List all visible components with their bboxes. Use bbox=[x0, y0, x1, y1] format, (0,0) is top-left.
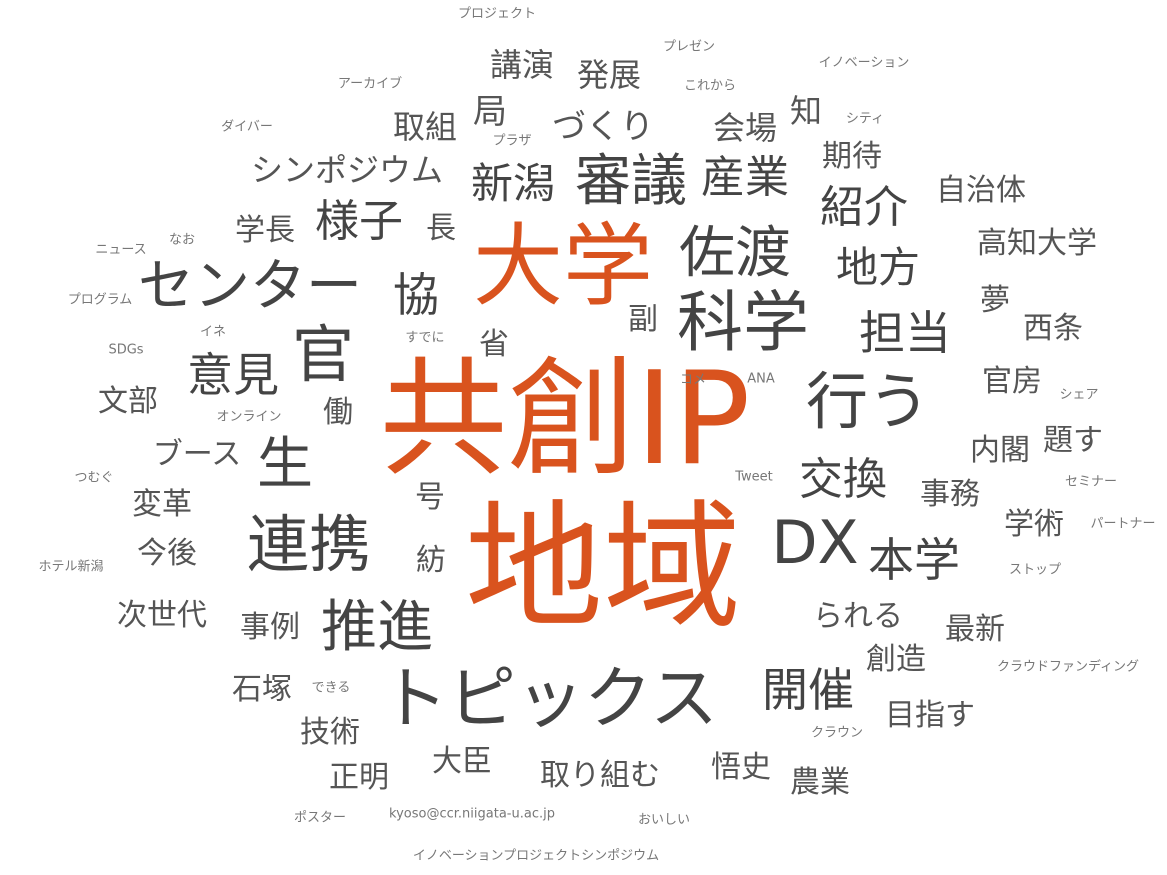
word-cloud-word: 石塚 bbox=[232, 672, 292, 707]
word-cloud-word: 副 bbox=[628, 302, 658, 337]
word-cloud-word: 自治体 bbox=[936, 173, 1026, 208]
word-cloud-word: 変革 bbox=[132, 487, 192, 522]
word-cloud-word: 農業 bbox=[790, 765, 850, 800]
word-cloud-word: 講演 bbox=[489, 46, 555, 84]
word-cloud-word: 担当 bbox=[859, 306, 951, 360]
word-cloud-word: イノベーション bbox=[818, 55, 910, 71]
word-cloud-word: 行う bbox=[805, 365, 931, 438]
word-cloud-word: 号 bbox=[415, 480, 445, 515]
word-cloud-word: 今後 bbox=[137, 536, 197, 571]
word-cloud-word: ポスター bbox=[293, 810, 347, 826]
word-cloud-word: 意見 bbox=[187, 348, 279, 402]
word-cloud-word: 審議 bbox=[575, 149, 687, 214]
word-cloud-word: づくり bbox=[552, 107, 654, 147]
word-cloud-word: DX bbox=[771, 508, 859, 578]
word-cloud-word: 紹介 bbox=[820, 182, 908, 233]
word-cloud-word: 学術 bbox=[1004, 507, 1064, 542]
word-cloud-word: プロジェクト bbox=[457, 6, 537, 22]
word-cloud-word: トピックス bbox=[380, 660, 718, 739]
word-cloud-word: オンライン bbox=[216, 409, 282, 425]
word-cloud-word: シンポジウム bbox=[250, 151, 444, 189]
word-cloud-word: 内閣 bbox=[970, 433, 1030, 468]
word-cloud-word: シェア bbox=[1059, 387, 1099, 403]
word-cloud-word: ニュース bbox=[95, 242, 147, 258]
word-cloud-word: 働 bbox=[323, 395, 353, 430]
word-cloud-word: 取り組む bbox=[540, 758, 660, 793]
word-cloud-word: ストップ bbox=[1008, 562, 1062, 578]
word-cloud-word: 官房 bbox=[982, 364, 1042, 399]
word-cloud-word: SDGs bbox=[108, 342, 144, 358]
word-cloud-word: 新潟 bbox=[470, 159, 556, 208]
word-cloud-word: ホテル新潟 bbox=[38, 559, 104, 575]
word-cloud-word: クラウドファンディング bbox=[996, 659, 1140, 675]
word-cloud-word: 推進 bbox=[321, 595, 433, 660]
word-cloud-word: 知 bbox=[789, 92, 823, 130]
word-cloud-word: 目指す bbox=[885, 698, 975, 733]
word-cloud-word: クラウン bbox=[810, 725, 864, 741]
word-cloud-word: ブース bbox=[152, 437, 242, 472]
word-cloud-word: プラザ bbox=[492, 133, 532, 149]
word-cloud-word: 発展 bbox=[576, 56, 642, 94]
word-cloud-word: 創造 bbox=[866, 642, 926, 677]
word-cloud-word: アーカイブ bbox=[337, 76, 403, 92]
word-cloud-word: イネ bbox=[199, 324, 227, 340]
word-cloud-word: 紡 bbox=[416, 543, 446, 578]
word-cloud-word: 地方 bbox=[835, 243, 921, 292]
word-cloud-word: プログラム bbox=[67, 292, 133, 308]
word-cloud-word: 取組 bbox=[392, 108, 458, 146]
word-cloud-word: イノベーションプロジェクトシンポジウム bbox=[412, 848, 660, 864]
word-cloud-word: 会場 bbox=[712, 109, 778, 147]
word-cloud-word: 様子 bbox=[315, 196, 403, 247]
word-cloud-word: 夢 bbox=[980, 283, 1010, 318]
word-cloud-word: 科学 bbox=[677, 284, 809, 361]
word-cloud-word: すでに bbox=[405, 330, 445, 346]
word-cloud-word: 正明 bbox=[329, 760, 389, 795]
word-cloud-word: パートナー bbox=[1090, 516, 1156, 532]
word-cloud-word: 次世代 bbox=[117, 598, 207, 633]
word-cloud-word: つむぐ bbox=[74, 470, 114, 486]
word-cloud-word: 期待 bbox=[822, 139, 882, 174]
word-cloud-word: ANA bbox=[747, 371, 775, 387]
word-cloud-word: 悟史 bbox=[711, 750, 771, 785]
word-cloud-word: 最新 bbox=[945, 612, 1005, 647]
word-cloud-word: コメ bbox=[679, 372, 707, 388]
word-cloud-word: 生 bbox=[257, 432, 313, 497]
word-cloud-word: 官 bbox=[291, 318, 355, 391]
word-cloud-word: 産業 bbox=[701, 152, 789, 203]
word-cloud-word: シティ bbox=[845, 111, 885, 127]
word-cloud-word: られる bbox=[813, 599, 903, 634]
word-cloud-word: 本学 bbox=[868, 533, 960, 587]
word-cloud-word: できる bbox=[311, 680, 351, 696]
word-cloud-word: 大学 bbox=[473, 214, 653, 319]
word-cloud-word: 協 bbox=[393, 268, 439, 322]
word-cloud-word: これから bbox=[683, 78, 737, 94]
word-cloud: 共創IP 地域 大学 トピックス 科学 連携 行う DX 官審議 佐渡 センター 推進生産業 紹介 様子交… bbox=[0, 0, 1167, 875]
word-cloud-word: 地域 bbox=[464, 487, 742, 648]
word-cloud-word: 題す bbox=[1043, 423, 1103, 458]
word-cloud-word: kyoso@ccr.niigata-u.ac.jp bbox=[389, 806, 555, 822]
word-cloud-word: 学長 bbox=[235, 213, 295, 248]
word-cloud-word: プレゼン bbox=[662, 39, 716, 55]
word-cloud-word: 事例 bbox=[240, 610, 300, 645]
word-cloud-word: 西条 bbox=[1023, 311, 1083, 346]
word-cloud-word: 佐渡 bbox=[679, 221, 791, 286]
word-cloud-word: 省 bbox=[479, 327, 509, 362]
word-cloud-word: ダイバー bbox=[221, 119, 273, 135]
word-cloud-word: 高知大学 bbox=[977, 226, 1097, 261]
word-cloud-word: 局 bbox=[473, 92, 507, 132]
word-cloud-word: センター bbox=[138, 254, 362, 319]
word-cloud-word: 大臣 bbox=[432, 744, 492, 779]
word-cloud-word: Tweet bbox=[735, 469, 773, 485]
word-cloud-word: セミナー bbox=[1064, 474, 1118, 490]
word-cloud-word: なお bbox=[168, 232, 196, 248]
word-cloud-word: 長 bbox=[426, 211, 456, 246]
word-cloud-word: 開催 bbox=[762, 663, 854, 717]
word-cloud-word: 連携 bbox=[246, 508, 372, 581]
word-cloud-word: 技術 bbox=[300, 715, 360, 750]
word-cloud-word: 事務 bbox=[920, 477, 980, 512]
word-cloud-word: 交換 bbox=[799, 454, 887, 505]
word-cloud-word: おいしい bbox=[637, 812, 691, 828]
word-cloud-word: 文部 bbox=[98, 384, 158, 419]
